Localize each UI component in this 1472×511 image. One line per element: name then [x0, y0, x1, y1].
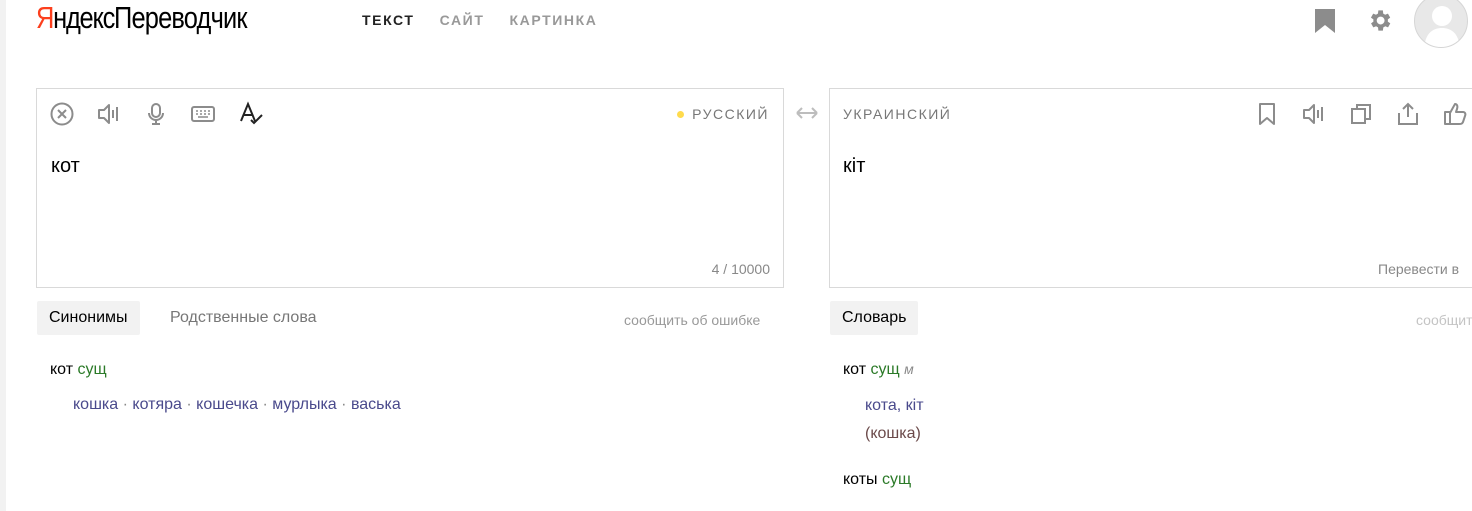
logo-service: Переводчик: [114, 0, 248, 35]
bookmark-icon[interactable]: [1314, 8, 1336, 34]
source-text-input[interactable]: кот: [51, 155, 80, 178]
translation-output: кіт: [843, 155, 866, 177]
like-icon[interactable]: [1442, 101, 1468, 127]
avatar[interactable]: [1414, 0, 1468, 48]
left-edge-strip: [0, 0, 6, 511]
synonym-item[interactable]: кошка: [73, 396, 118, 413]
clear-icon[interactable]: [49, 101, 75, 127]
yandex-translate-logo[interactable]: Яндекс Переводчик: [36, 0, 276, 44]
microphone-icon[interactable]: [143, 101, 169, 127]
target-language-select[interactable]: УКРАИНСКИЙ: [843, 106, 951, 122]
tab-site[interactable]: САЙТ: [440, 12, 485, 28]
tab-related-words[interactable]: Родственные слова: [158, 301, 329, 335]
speaker-icon[interactable]: [96, 101, 122, 127]
source-language-label: РУССКИЙ: [692, 106, 769, 122]
language-detected-dot: [677, 110, 685, 118]
synonym-item[interactable]: мурлыка: [272, 396, 336, 413]
synonym-item[interactable]: котяра: [132, 396, 182, 413]
translate-in-link[interactable]: Перевести в: [1378, 261, 1459, 277]
tab-dictionary[interactable]: Словарь: [830, 301, 919, 335]
synonym-item[interactable]: васька: [351, 396, 401, 413]
swap-languages-icon[interactable]: [794, 102, 820, 124]
tab-synonyms[interactable]: Синонимы: [37, 301, 140, 335]
tab-image[interactable]: КАРТИНКА: [509, 12, 597, 28]
logo-brand: Яндекс: [36, 0, 115, 35]
source-panel: РУССКИЙ кот 4 / 10000: [36, 88, 784, 288]
synonym-item[interactable]: кошечка: [196, 396, 258, 413]
gender-marker: м: [904, 361, 914, 377]
keyboard-icon[interactable]: [190, 101, 216, 127]
speaker-icon[interactable]: [1301, 101, 1327, 127]
part-of-speech: сущ: [870, 361, 900, 378]
translator-page: Яндекс Переводчик ТЕКСТ САЙТ КАРТИНКА РУ…: [0, 0, 1472, 511]
report-error-link[interactable]: сообщить об ошибке: [624, 312, 760, 328]
target-panel: УКРАИНСКИЙ кіт Перевести в: [829, 88, 1472, 288]
report-error-link-right[interactable]: сообщить: [1416, 312, 1472, 328]
mode-nav: ТЕКСТ САЙТ КАРТИНКА: [362, 12, 622, 28]
synonym-list: кошка · котяра · кошечка · мурлыка · вас…: [73, 396, 401, 413]
bookmark-icon[interactable]: [1254, 101, 1280, 127]
copy-icon[interactable]: [1348, 101, 1374, 127]
part-of-speech: сущ: [882, 471, 912, 488]
tab-text[interactable]: ТЕКСТ: [362, 12, 415, 28]
char-counter: 4 / 10000: [711, 261, 770, 277]
spellcheck-icon[interactable]: [238, 101, 264, 127]
synonym-headword: кот сущ: [50, 361, 107, 378]
dictionary-headword: коты сущ: [843, 471, 912, 488]
user-silhouette-icon: [1424, 6, 1460, 47]
share-icon[interactable]: [1395, 101, 1421, 127]
dictionary-gloss: (кошка): [865, 425, 921, 442]
dictionary-headword: кот сущ м: [843, 361, 914, 378]
translation-link[interactable]: кота, кіт: [865, 397, 924, 414]
source-language-select[interactable]: РУССКИЙ: [677, 106, 769, 122]
gear-icon[interactable]: [1366, 7, 1393, 34]
part-of-speech: сущ: [77, 361, 107, 378]
dictionary-translations: кота, кіт: [865, 397, 924, 415]
